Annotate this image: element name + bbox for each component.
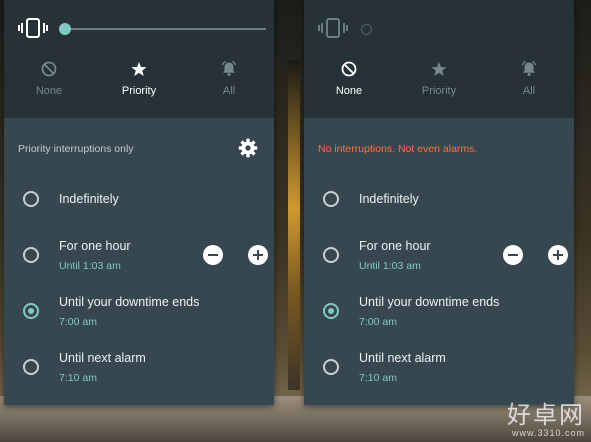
vibrate-icon[interactable] [18, 17, 48, 39]
mode-all-label: All [222, 85, 236, 97]
bell-icon [521, 60, 537, 76]
mode-none-label: None [335, 85, 363, 97]
interruption-status-text: Priority interruptions only [18, 143, 134, 155]
site-watermark: 好卓网 www.3310.com [507, 395, 585, 438]
increase-time-button[interactable] [548, 245, 568, 265]
mode-none[interactable]: None [4, 60, 94, 105]
option-title: Indefinitely [59, 192, 119, 206]
interruption-mode-tabs: None Priority All [4, 60, 274, 105]
option-title: Until your downtime ends [59, 295, 200, 309]
mode-priority[interactable]: Priority [94, 60, 184, 105]
radio-button[interactable] [323, 359, 339, 375]
gear-icon[interactable] [238, 138, 258, 158]
option-downtime-ends[interactable]: Until your downtime ends 7:00 am [304, 295, 574, 341]
no-interruptions-icon [41, 61, 57, 77]
mode-all[interactable]: All [484, 60, 574, 105]
radio-button-selected[interactable] [323, 303, 339, 319]
option-next-alarm[interactable]: Until next alarm 7:10 am [304, 351, 574, 397]
option-indefinitely[interactable]: Indefinitely [304, 190, 574, 230]
option-title: For one hour [359, 239, 431, 253]
mode-all-label: All [522, 85, 536, 97]
decrease-time-button[interactable] [203, 245, 223, 265]
option-one-hour[interactable]: For one hour Until 1:03 am [304, 239, 574, 285]
star-icon [131, 62, 147, 76]
option-subtitle: Until 1:03 am [59, 260, 121, 272]
option-subtitle: 7:00 am [59, 316, 97, 328]
mode-priority-label: Priority [421, 85, 457, 97]
mode-priority-label: Priority [121, 85, 157, 97]
option-subtitle: 7:00 am [359, 316, 397, 328]
no-interruptions-icon [341, 61, 357, 77]
option-title: Until next alarm [59, 351, 146, 365]
option-next-alarm[interactable]: Until next alarm 7:10 am [4, 351, 274, 397]
background-glow [288, 60, 300, 390]
interruption-status-text: No interruptions. Not even alarms. [318, 143, 478, 155]
option-subtitle: 7:10 am [359, 372, 397, 384]
volume-slider-track[interactable] [66, 28, 266, 30]
interruptions-panel-left: None Priority All Priority interruptions… [4, 0, 274, 405]
watermark-logo-text: 好卓网 [507, 401, 585, 429]
option-indefinitely[interactable]: Indefinitely [4, 190, 274, 230]
bell-icon [221, 60, 237, 76]
option-subtitle: 7:10 am [59, 372, 97, 384]
radio-button[interactable] [23, 247, 39, 263]
volume-section: None Priority All [304, 0, 574, 118]
option-title: Indefinitely [359, 192, 419, 206]
option-one-hour[interactable]: For one hour Until 1:03 am [4, 239, 274, 285]
increase-time-button[interactable] [248, 245, 268, 265]
decrease-time-button[interactable] [503, 245, 523, 265]
mode-all[interactable]: All [184, 60, 274, 105]
mode-none[interactable]: None [304, 60, 394, 105]
mode-priority[interactable]: Priority [394, 60, 484, 105]
watermark-url: www.3310.com [511, 428, 585, 438]
radio-button[interactable] [23, 191, 39, 207]
radio-button-selected[interactable] [23, 303, 39, 319]
radio-button[interactable] [323, 247, 339, 263]
star-icon [431, 62, 447, 76]
volume-slider-thumb[interactable] [59, 23, 71, 35]
volume-slider-thumb-disabled [361, 24, 372, 35]
interruptions-panel-right: None Priority All No interruptions. Not … [304, 0, 574, 405]
radio-button[interactable] [323, 191, 339, 207]
option-title: Until next alarm [359, 351, 446, 365]
option-title: For one hour [59, 239, 131, 253]
option-title: Until your downtime ends [359, 295, 500, 309]
interruption-mode-tabs: None Priority All [304, 60, 574, 105]
option-downtime-ends[interactable]: Until your downtime ends 7:00 am [4, 295, 274, 341]
vibrate-icon[interactable] [318, 17, 348, 39]
option-subtitle: Until 1:03 am [359, 260, 421, 272]
volume-section: None Priority All [4, 0, 274, 118]
mode-none-label: None [35, 85, 63, 97]
radio-button[interactable] [23, 359, 39, 375]
